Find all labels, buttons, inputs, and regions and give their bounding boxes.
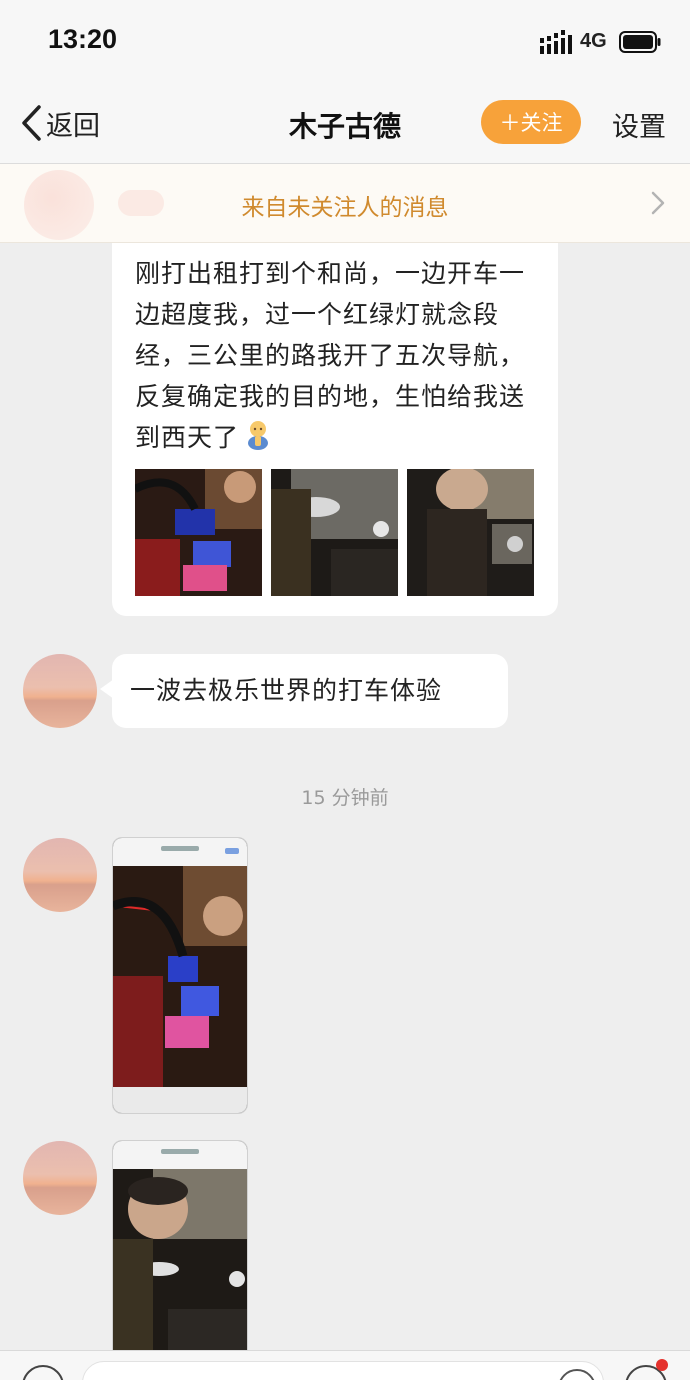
taxi-dashboard-screenshot (113, 866, 247, 1087)
input-bar (0, 1350, 690, 1380)
status-bar: 13:20 4G (0, 0, 690, 85)
screenshot-header (113, 1141, 247, 1169)
image-message[interactable] (112, 837, 248, 1114)
unread-dot (656, 1359, 668, 1371)
nav-bar: 返回 木子古德 ＋关注 设置 (0, 85, 690, 164)
message-input[interactable] (82, 1361, 604, 1380)
taxi-driver-screenshot (113, 1169, 247, 1350)
chevron-left-icon (22, 105, 41, 141)
photo-thumbnail[interactable] (271, 469, 398, 596)
back-button[interactable]: 返回 (20, 101, 100, 145)
signal-strength-icon (540, 30, 572, 54)
photo-thumbnail[interactable] (407, 469, 534, 596)
voice-input-button[interactable] (22, 1365, 64, 1380)
page-title: 木子古德 (288, 110, 401, 143)
avatar[interactable] (23, 654, 97, 728)
message-text: 一波去极乐世界的打车体验 (130, 676, 443, 705)
message-bubble[interactable]: 刚打出租打到个和尚，一边开车一边超度我，过一个红绿灯就念段经，三公里的路我开了五… (112, 243, 558, 616)
chevron-right-icon (651, 191, 665, 215)
message-list[interactable]: 刚打出租打到个和尚，一边开车一边超度我，过一个红绿灯就念段经，三公里的路我开了五… (0, 243, 690, 1350)
message-bubble[interactable]: 一波去极乐世界的打车体验 (112, 654, 508, 728)
message-text: 刚打出租打到个和尚，一边开车一边超度我，过一个红绿灯就念段经，三公里的路我开了五… (135, 259, 526, 452)
network-type: 4G (580, 30, 607, 52)
screenshot-footer (113, 1087, 247, 1113)
photo-thumbnail[interactable] (135, 469, 262, 596)
image-message[interactable] (112, 1140, 248, 1350)
avatar[interactable] (23, 1141, 97, 1215)
taxi-dashboard-photo (135, 469, 262, 596)
notice-text: 来自未关注人的消息 (241, 195, 449, 221)
praying-figure-emoji (245, 420, 271, 450)
stranger-message-notice[interactable]: 来自未关注人的消息 (0, 164, 690, 243)
screenshot-header (113, 838, 247, 866)
avatar[interactable] (23, 838, 97, 912)
battery-icon (619, 31, 661, 53)
settings-button[interactable]: 设置 (612, 105, 666, 144)
follow-button[interactable]: ＋关注 (481, 100, 581, 144)
taxi-driver-photo (407, 469, 534, 596)
taxi-window-photo (271, 469, 398, 596)
back-label: 返回 (46, 110, 100, 142)
message-timestamp: 15 分钟前 (301, 787, 389, 809)
status-time: 13:20 (48, 24, 118, 54)
